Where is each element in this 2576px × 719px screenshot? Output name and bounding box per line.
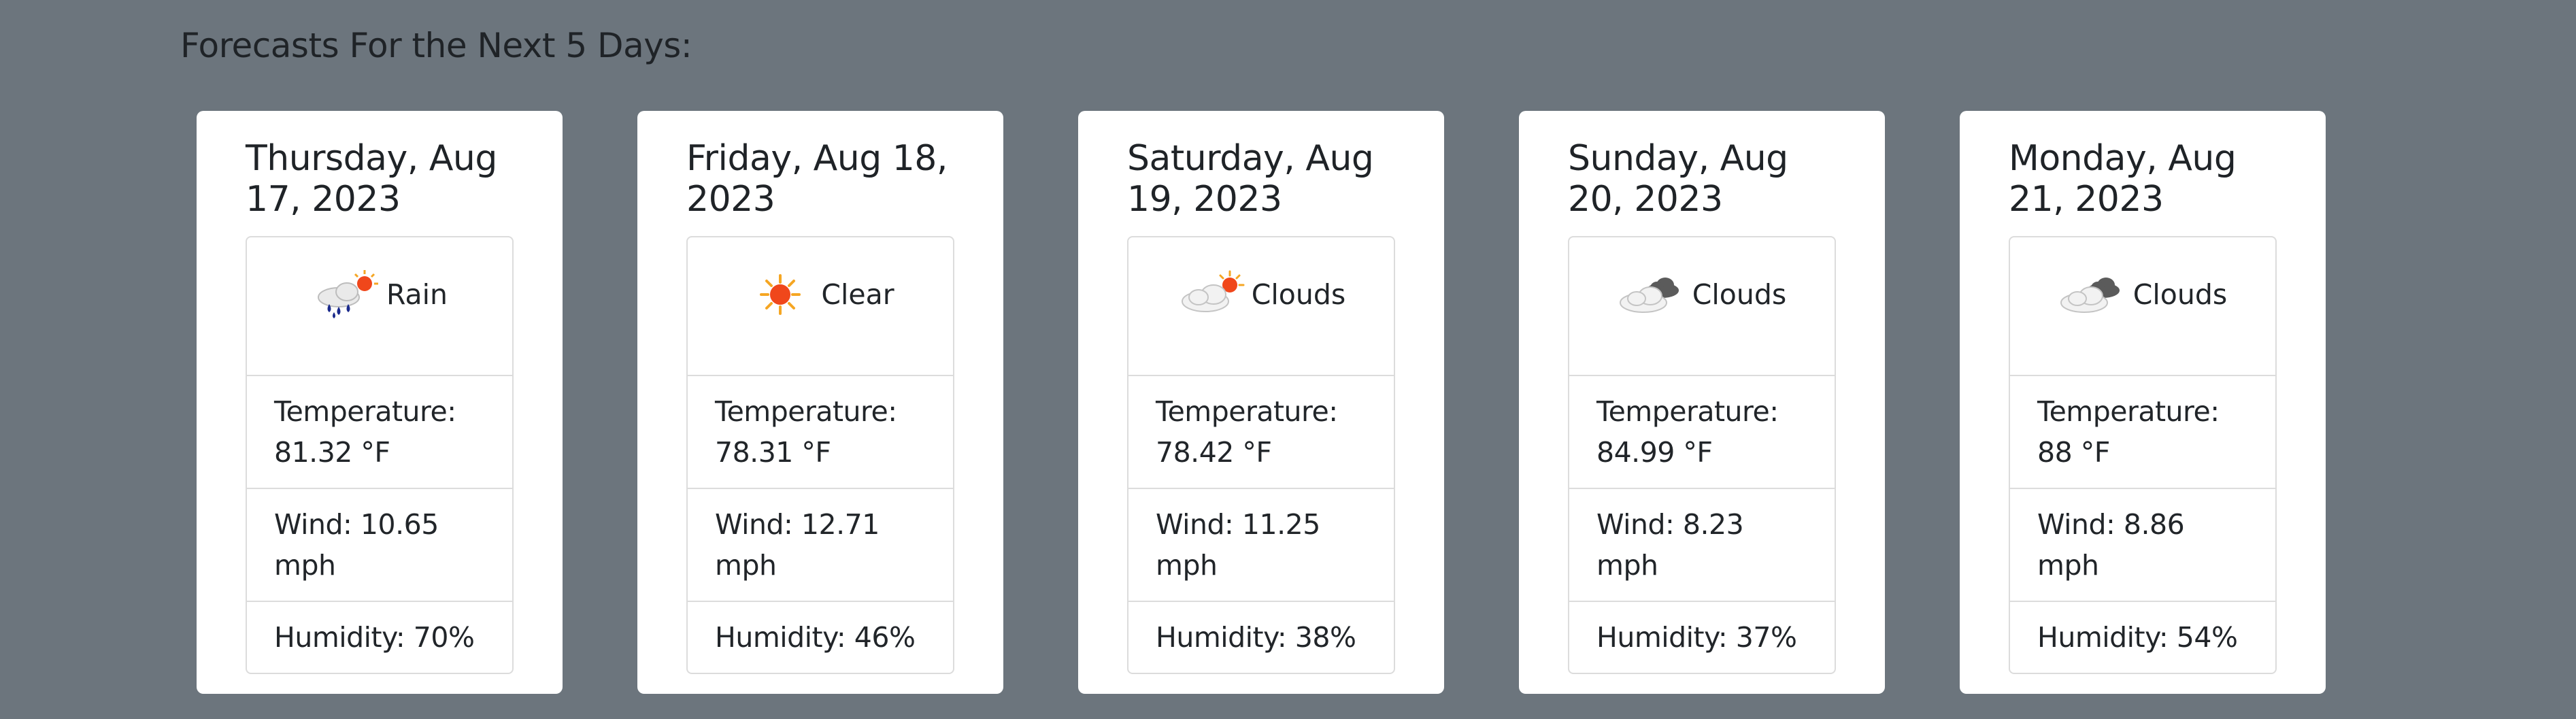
humidity-item: Humidity: 37%: [1569, 601, 1835, 673]
dark-clouds-icon: [1619, 278, 1679, 313]
humidity-value: 70%: [413, 621, 475, 654]
sun-icon: [760, 274, 801, 315]
humidity-value: 46%: [854, 621, 916, 654]
forecast-date: Saturday, Aug 19, 2023: [1127, 138, 1374, 220]
forecast-details: Clouds Temperature: 88 °F Wind: 8.86 mph…: [2009, 236, 2277, 674]
dark-clouds-icon: [2060, 278, 2120, 313]
forecast-details: Clouds Temperature: 78.42 °F Wind: 11.25…: [1127, 236, 1395, 674]
humidity-label: Humidity:: [2037, 621, 2169, 654]
humidity-value: 54%: [2176, 621, 2238, 654]
temperature-item: Temperature: 84.99 °F: [1569, 375, 1835, 488]
forecast-card: Thursday, Aug 17, 2023 Rain Temperature:…: [197, 111, 563, 694]
forecast-card: Saturday, Aug 19, 2023 Clouds Temperatur…: [1078, 111, 1444, 694]
temperature-label: Temperature:: [1596, 395, 1779, 428]
condition-row: Clouds: [2010, 237, 2275, 375]
temperature-value: 78.31 °F: [715, 436, 831, 469]
condition-row: Rain: [247, 237, 512, 375]
temperature-item: Temperature: 78.42 °F: [1128, 375, 1394, 488]
cloud-sun-icon: [1181, 270, 1245, 312]
wind-label: Wind:: [274, 508, 352, 541]
forecast-card: Friday, Aug 18, 2023 Clear Temperature: …: [637, 111, 1003, 694]
forecast-date: Monday, Aug 21, 2023: [2009, 138, 2237, 220]
humidity-value: 37%: [1735, 621, 1797, 654]
temperature-value: 78.42 °F: [1156, 436, 1272, 469]
humidity-item: Humidity: 46%: [688, 601, 953, 673]
forecast-date: Sunday, Aug 20, 2023: [1568, 138, 1788, 220]
temperature-label: Temperature:: [2037, 395, 2220, 428]
forecast-details: Clear Temperature: 78.31 °F Wind: 12.71 …: [686, 236, 954, 674]
condition-label: Clouds: [2132, 278, 2228, 311]
forecast-date: Friday, Aug 18, 2023: [686, 138, 948, 220]
temperature-item: Temperature: 88 °F: [2010, 375, 2275, 488]
wind-label: Wind:: [715, 508, 793, 541]
condition-row: Clouds: [1128, 237, 1394, 375]
condition-label: Clouds: [1251, 278, 1346, 311]
temperature-value: 84.99 °F: [1596, 436, 1713, 469]
condition-label: Rain: [386, 278, 448, 311]
condition-label: Clouds: [1692, 278, 1787, 311]
humidity-item: Humidity: 70%: [247, 601, 512, 673]
temperature-label: Temperature:: [715, 395, 897, 428]
wind-label: Wind:: [1156, 508, 1234, 541]
humidity-label: Humidity:: [1596, 621, 1728, 654]
rain-sun-icon: [317, 270, 378, 318]
forecast-cards: Thursday, Aug 17, 2023 Rain Temperature:…: [197, 111, 2326, 694]
temperature-value: 81.32 °F: [274, 436, 390, 469]
humidity-label: Humidity:: [715, 621, 846, 654]
humidity-value: 38%: [1294, 621, 1356, 654]
condition-label: Clear: [821, 278, 894, 311]
forecast-details: Rain Temperature: 81.32 °F Wind: 10.65 m…: [246, 236, 514, 674]
forecast-card: Sunday, Aug 20, 2023 Clouds Temperature:…: [1519, 111, 1885, 694]
condition-row: Clear: [688, 237, 953, 375]
wind-item: Wind: 8.23 mph: [1569, 488, 1835, 601]
page-heading: Forecasts For the Next 5 Days:: [180, 26, 692, 65]
humidity-label: Humidity:: [274, 621, 405, 654]
wind-item: Wind: 11.25 mph: [1128, 488, 1394, 601]
temperature-item: Temperature: 78.31 °F: [688, 375, 953, 488]
humidity-item: Humidity: 38%: [1128, 601, 1394, 673]
temperature-label: Temperature:: [1156, 395, 1338, 428]
humidity-label: Humidity:: [1156, 621, 1287, 654]
forecast-details: Clouds Temperature: 84.99 °F Wind: 8.23 …: [1568, 236, 1836, 674]
wind-item: Wind: 10.65 mph: [247, 488, 512, 601]
wind-label: Wind:: [1596, 508, 1675, 541]
wind-label: Wind:: [2037, 508, 2115, 541]
forecast-date: Thursday, Aug 17, 2023: [246, 138, 497, 220]
wind-item: Wind: 8.86 mph: [2010, 488, 2275, 601]
temperature-value: 88 °F: [2037, 436, 2110, 469]
forecast-card: Monday, Aug 21, 2023 Clouds Temperature:…: [1960, 111, 2326, 694]
condition-row: Clouds: [1569, 237, 1835, 375]
temperature-label: Temperature:: [274, 395, 456, 428]
temperature-item: Temperature: 81.32 °F: [247, 375, 512, 488]
wind-item: Wind: 12.71 mph: [688, 488, 953, 601]
humidity-item: Humidity: 54%: [2010, 601, 2275, 673]
